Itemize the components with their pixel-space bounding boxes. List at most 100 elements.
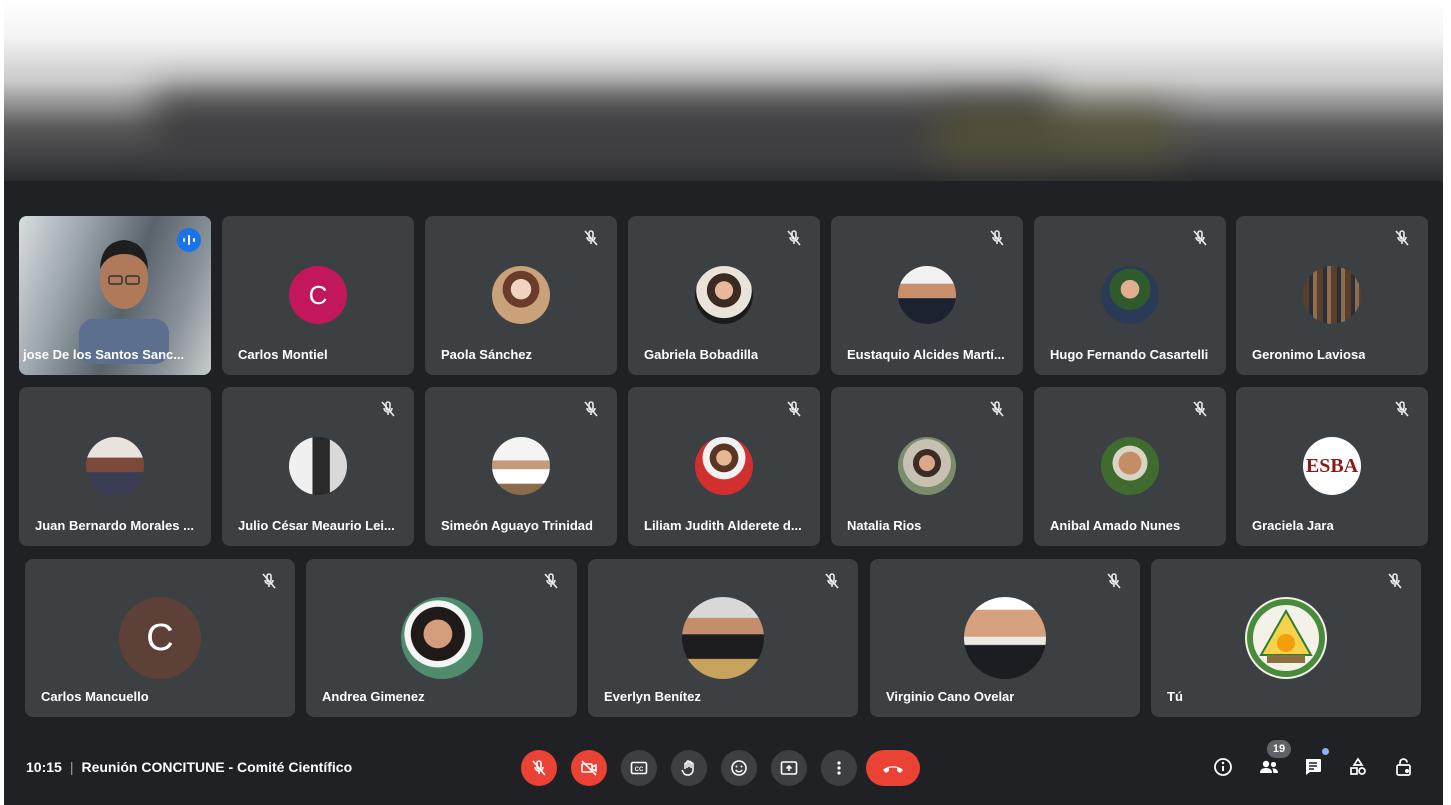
participant-tile-carlos-mancuello[interactable]: C Carlos Mancuello — [25, 559, 295, 717]
university-emblem — [1245, 597, 1327, 679]
show-everyone-button[interactable] — [1254, 752, 1284, 782]
audio-level-icon — [177, 228, 201, 252]
participant-tile-juan-morales[interactable]: Juan Bernardo Morales ... — [19, 387, 211, 546]
participant-name: Carlos Mancuello — [41, 689, 149, 704]
meeting-details: 10:15 | Reunión CONCITUNE - Comité Científ… — [26, 759, 352, 775]
participant-name: Gabriela Bobadilla — [644, 347, 759, 362]
meeting-title: Reunión CONCITUNE - Comité Científico — [81, 759, 353, 775]
mic-off-icon — [1107, 573, 1121, 589]
reactions-button[interactable] — [721, 750, 757, 786]
participant-name: Graciela Jara — [1252, 518, 1334, 533]
info-icon — [1214, 758, 1232, 776]
meeting-controls-bar: 10:15 | Reunión CONCITUNE - Comité Científ… — [4, 735, 1443, 805]
mic-off-icon — [1395, 230, 1409, 246]
participant-name: Virginio Cano Ovelar — [886, 689, 1015, 704]
participant-name: Hugo Fernando Casartelli — [1050, 347, 1209, 362]
participant-tile-julio-meaurio[interactable]: Julio César Meaurio Lei... — [222, 387, 414, 546]
participant-name: Julio César Meaurio Lei... — [238, 518, 395, 533]
video-person-silhouette — [79, 240, 169, 364]
activities-button[interactable] — [1343, 752, 1373, 782]
present-now-button[interactable] — [771, 750, 807, 786]
closed-captions-icon: CC — [630, 761, 648, 775]
participant-name: Andrea Gimenez — [322, 689, 425, 704]
avatar — [898, 437, 956, 495]
present-screen-icon — [780, 761, 798, 775]
more-vert-icon — [837, 761, 841, 775]
avatar — [492, 437, 550, 495]
lock-person-icon — [1396, 758, 1411, 776]
participant-tile-carlos-montiel[interactable]: C Carlos Montiel — [222, 216, 414, 375]
participant-name: Carlos Montiel — [238, 347, 328, 362]
participant-tile-simeon-aguayo[interactable]: Simeón Aguayo Trinidad — [425, 387, 617, 546]
leave-call-button[interactable] — [866, 750, 920, 786]
mic-off-icon — [787, 230, 801, 246]
participant-name: Geronimo Laviosa — [1252, 347, 1366, 362]
people-icon — [1260, 760, 1278, 773]
mic-off-icon — [262, 573, 276, 589]
avatar — [1101, 437, 1159, 495]
participant-tile-natalia-rios[interactable]: Natalia Rios — [831, 387, 1023, 546]
mic-off-icon — [990, 230, 1004, 246]
avatar: C — [119, 597, 201, 679]
blurred-area — [934, 110, 1174, 160]
toggle-mic-button[interactable] — [521, 750, 557, 786]
participant-name: Tú — [1167, 689, 1183, 704]
mic-off-icon — [584, 230, 598, 246]
chat-icon — [1306, 759, 1321, 775]
mic-off-icon — [990, 401, 1004, 417]
participant-tile-self[interactable]: Tú — [1151, 559, 1421, 717]
blurred-presentation-strip — [4, 0, 1443, 181]
avatar — [695, 266, 753, 324]
avatar — [1303, 266, 1361, 324]
more-options-button[interactable] — [821, 750, 857, 786]
mic-off-icon — [825, 573, 839, 589]
mic-off-icon — [544, 573, 558, 589]
avatar — [492, 266, 550, 324]
host-controls-button[interactable] — [1389, 752, 1419, 782]
meet-stage: jose De los Santos Sanc... C Carlos Mont… — [4, 181, 1443, 805]
mic-off-icon — [1193, 230, 1207, 246]
toggle-camera-button[interactable] — [571, 750, 607, 786]
meeting-time: 10:15 — [26, 759, 62, 775]
call-end-icon — [883, 766, 903, 773]
esba-logo: ESBA — [1303, 437, 1361, 495]
participant-tile-liliam-alderete[interactable]: Liliam Judith Alderete d... — [628, 387, 820, 546]
raise-hand-icon — [681, 760, 694, 776]
participant-tile-gabriela-bobadilla[interactable]: Gabriela Bobadilla — [628, 216, 820, 375]
emblem-graphic — [1247, 599, 1325, 677]
avatar — [898, 266, 956, 324]
avatar — [1101, 266, 1159, 324]
participant-name: Eustaquio Alcides Martí... — [847, 347, 1005, 362]
svg-text:CC: CC — [635, 767, 644, 773]
participant-name: jose De los Santos Sanc... — [23, 347, 185, 362]
raise-hand-button[interactable] — [671, 750, 707, 786]
separator: | — [69, 759, 74, 775]
mic-off-icon — [787, 401, 801, 417]
participant-tile-graciela-jara[interactable]: ESBA Graciela Jara — [1236, 387, 1428, 546]
participant-tile-jose-de-los-santos[interactable]: jose De los Santos Sanc... — [19, 216, 211, 375]
participant-tile-paola-sanchez[interactable]: Paola Sánchez — [425, 216, 617, 375]
avatar — [86, 437, 144, 495]
mic-off-icon — [584, 401, 598, 417]
participant-tile-anibal-nunes[interactable]: Anibal Amado Nunes — [1034, 387, 1226, 546]
participant-tile-eustaquio-martinez[interactable]: Eustaquio Alcides Martí... — [831, 216, 1023, 375]
participant-tile-everlyn-benitez[interactable]: Everlyn Benítez — [588, 559, 858, 717]
emoji-icon — [731, 760, 747, 776]
captions-button[interactable]: CC — [621, 750, 657, 786]
activities-icon — [1350, 757, 1366, 775]
chat-button[interactable] — [1298, 752, 1328, 782]
meeting-details-button[interactable] — [1208, 752, 1238, 782]
mic-off-icon — [1193, 401, 1207, 417]
participant-name: Liliam Judith Alderete d... — [644, 518, 802, 533]
blurred-area — [154, 90, 1054, 160]
avatar — [289, 437, 347, 495]
participant-name: Natalia Rios — [847, 518, 922, 533]
participant-tile-hugo-casartelli[interactable]: Hugo Fernando Casartelli — [1034, 216, 1226, 375]
avatar — [695, 437, 753, 495]
participant-tile-virginio-cano[interactable]: Virginio Cano Ovelar — [870, 559, 1140, 717]
participant-tile-geronimo-laviosa[interactable]: Geronimo Laviosa — [1236, 216, 1428, 375]
participant-name: Juan Bernardo Morales ... — [35, 518, 194, 533]
mic-off-icon — [1388, 573, 1402, 589]
mic-off-icon — [1395, 401, 1409, 417]
participant-tile-andrea-gimenez[interactable]: Andrea Gimenez — [306, 559, 577, 717]
